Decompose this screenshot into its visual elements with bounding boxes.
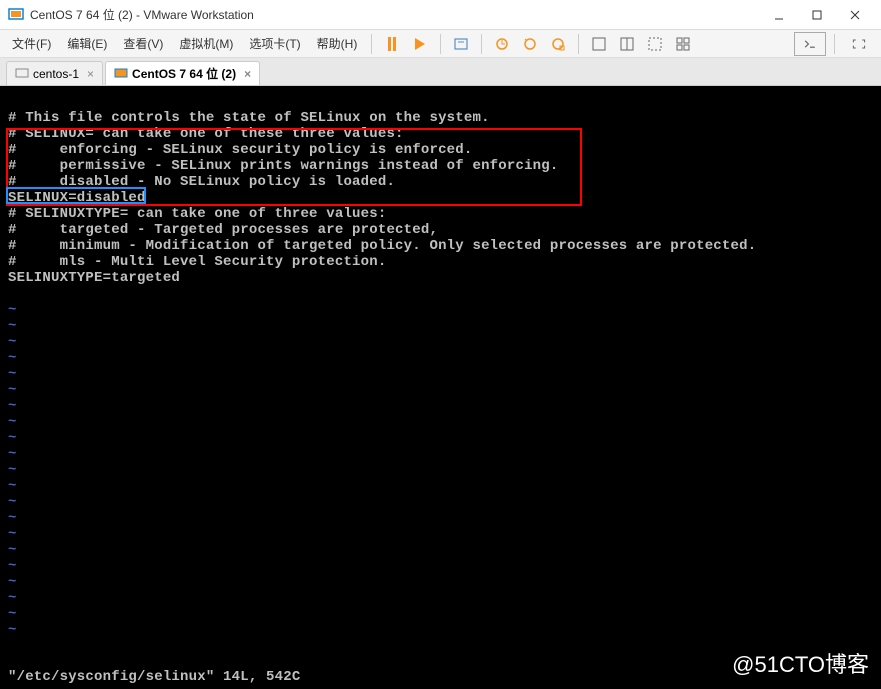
- vm-icon: [15, 67, 29, 81]
- vim-tilde: ~: [8, 542, 873, 558]
- toolbar-divider: [834, 34, 835, 54]
- vim-tilde: ~: [8, 606, 873, 622]
- view-single-icon[interactable]: [587, 32, 611, 56]
- terminal-line: # targeted - Targeted processes are prot…: [8, 222, 873, 238]
- menubar: 文件(F) 编辑(E) 查看(V) 虚拟机(M) 选项卡(T) 帮助(H): [0, 30, 881, 58]
- menu-view[interactable]: 查看(V): [115, 31, 171, 56]
- menu-help[interactable]: 帮助(H): [309, 31, 366, 56]
- tab-close-icon[interactable]: ×: [87, 67, 94, 81]
- pause-button[interactable]: [380, 32, 404, 56]
- send-ctrl-alt-del-icon[interactable]: [449, 32, 473, 56]
- view-split-icon[interactable]: [615, 32, 639, 56]
- terminal-line: # mls - Multi Level Security protection.: [8, 254, 873, 270]
- console-mode-icon[interactable]: [794, 32, 826, 56]
- menu-tabs[interactable]: 选项卡(T): [241, 31, 308, 56]
- terminal-line: # enforcing - SELinux security policy is…: [8, 142, 873, 158]
- play-button[interactable]: [408, 32, 432, 56]
- toolbar-divider: [440, 34, 441, 54]
- tab-centos-1[interactable]: centos-1 ×: [6, 61, 103, 85]
- vim-tilde: ~: [8, 590, 873, 606]
- menu-file[interactable]: 文件(F): [4, 31, 59, 56]
- vm-icon: [114, 67, 128, 81]
- vim-tilde: ~: [8, 622, 873, 638]
- snapshot-manage-icon[interactable]: [546, 32, 570, 56]
- view-unity-icon[interactable]: [643, 32, 667, 56]
- vim-tilde: ~: [8, 574, 873, 590]
- vim-tilde: ~: [8, 430, 873, 446]
- tab-label: CentOS 7 64 位 (2): [132, 65, 236, 82]
- vim-tilde: ~: [8, 318, 873, 334]
- view-thumbnail-icon[interactable]: [671, 32, 695, 56]
- watermark: @51CTO博客: [732, 657, 869, 673]
- tabbar: centos-1 × CentOS 7 64 位 (2) ×: [0, 58, 881, 86]
- maximize-button[interactable]: [799, 3, 835, 27]
- vim-tilde: ~: [8, 366, 873, 382]
- snapshot-take-icon[interactable]: [490, 32, 514, 56]
- vim-tilde: ~: [8, 446, 873, 462]
- terminal[interactable]: # This file controls the state of SELinu…: [0, 86, 881, 689]
- toolbar-divider: [578, 34, 579, 54]
- toolbar-divider: [481, 34, 482, 54]
- vim-tilde: ~: [8, 398, 873, 414]
- vim-tilde: ~: [8, 526, 873, 542]
- terminal-line: # This file controls the state of SELinu…: [8, 110, 873, 126]
- vim-tilde: ~: [8, 510, 873, 526]
- menu-edit[interactable]: 编辑(E): [59, 31, 115, 56]
- titlebar: CentOS 7 64 位 (2) - VMware Workstation: [0, 0, 881, 30]
- vim-statusline: "/etc/sysconfig/selinux" 14L, 542C: [8, 669, 300, 685]
- tab-centos-7-64[interactable]: CentOS 7 64 位 (2) ×: [105, 61, 260, 85]
- vim-tilde: ~: [8, 558, 873, 574]
- toolbar-divider: [371, 34, 372, 54]
- window-title: CentOS 7 64 位 (2) - VMware Workstation: [30, 6, 761, 23]
- terminal-line: # SELINUXTYPE= can take one of three val…: [8, 206, 873, 222]
- terminal-line: SELINUXTYPE=targeted: [8, 270, 873, 286]
- tab-close-icon[interactable]: ×: [244, 67, 251, 81]
- snapshot-revert-icon[interactable]: [518, 32, 542, 56]
- menu-vm[interactable]: 虚拟机(M): [171, 31, 241, 56]
- vim-tilde: ~: [8, 494, 873, 510]
- fullscreen-icon[interactable]: [843, 32, 875, 56]
- vim-tilde: ~: [8, 302, 873, 318]
- window-controls: [761, 3, 873, 27]
- vim-tilde: ~: [8, 414, 873, 430]
- minimize-button[interactable]: [761, 3, 797, 27]
- app-icon: [8, 7, 24, 23]
- vim-tilde: ~: [8, 478, 873, 494]
- vim-tilde: ~: [8, 334, 873, 350]
- vim-tilde: ~: [8, 462, 873, 478]
- terminal-line: # disabled - No SELinux policy is loaded…: [8, 174, 873, 190]
- terminal-line: # SELINUX= can take one of these three v…: [8, 126, 873, 142]
- tab-label: centos-1: [33, 67, 79, 81]
- vim-tilde: ~: [8, 350, 873, 366]
- terminal-line: # minimum - Modification of targeted pol…: [8, 238, 873, 254]
- terminal-line: SELINUX=disabled: [8, 190, 873, 206]
- vim-tilde: ~: [8, 382, 873, 398]
- close-button[interactable]: [837, 3, 873, 27]
- terminal-line: # permissive - SELinux prints warnings i…: [8, 158, 873, 174]
